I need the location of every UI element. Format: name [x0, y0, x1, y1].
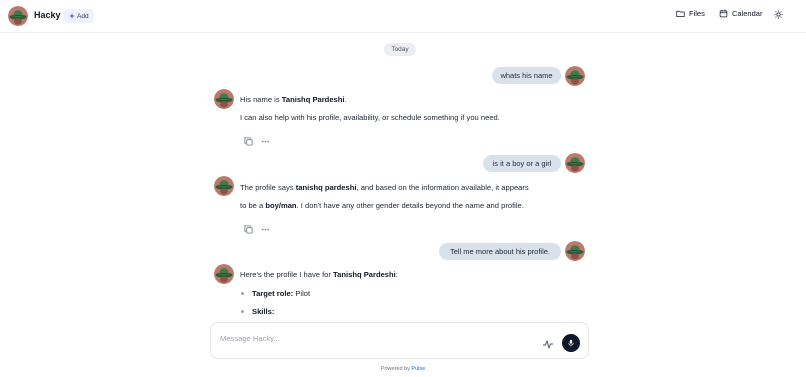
more-icon[interactable]: [260, 224, 270, 234]
copy-icon[interactable]: [243, 224, 253, 234]
files-button[interactable]: Files: [676, 9, 705, 18]
user-message: is it a boy or a girl: [483, 155, 561, 172]
assistant-message-line: The profile says tanishq pardeshi, and b…: [240, 183, 529, 192]
powered-by-footer: Powered by Pulse: [380, 366, 426, 372]
assistant-message-line: to be a boy/man. I don't have any other …: [240, 201, 524, 210]
profile-bullet: Target role: Pilot: [252, 289, 311, 298]
app-header: Hacky Add Files Calendar: [0, 0, 806, 32]
theme-toggle-button[interactable]: [774, 10, 783, 19]
calendar-icon: [719, 9, 728, 18]
user-avatar: [565, 241, 585, 261]
pulse-link[interactable]: Pulse: [411, 366, 425, 372]
pulse-icon[interactable]: [542, 337, 554, 349]
add-label: Add: [77, 12, 89, 20]
assistant-message-line: His name is Tanishq Pardeshi.: [240, 95, 347, 104]
assistant-message-line: Here's the profile I have for Tanishq Pa…: [240, 270, 398, 279]
sparkle-icon: [69, 13, 75, 19]
files-label: Files: [689, 9, 705, 18]
add-button[interactable]: Add: [64, 9, 94, 23]
sun-icon: [774, 10, 783, 19]
assistant-avatar: [214, 176, 234, 196]
header-divider: [0, 32, 806, 33]
calendar-label: Calendar: [732, 9, 763, 18]
assistant-avatar: [214, 89, 234, 109]
profile-bullet: Skills:: [252, 307, 275, 316]
voice-input-button[interactable]: [562, 334, 580, 352]
app-title: Hacky: [34, 10, 61, 20]
copy-icon[interactable]: [243, 136, 253, 146]
calendar-button[interactable]: Calendar: [719, 9, 762, 18]
user-message: whats his name: [492, 67, 561, 84]
bullet-dot: [241, 310, 244, 313]
message-input[interactable]: [220, 332, 520, 344]
message-composer: [210, 322, 589, 359]
date-separator: Today: [384, 43, 416, 56]
hat-avatar-icon: [8, 6, 28, 26]
assistant-message-line: I can also help with his profile, availa…: [240, 113, 500, 122]
microphone-icon: [568, 339, 574, 347]
user-avatar: [565, 153, 585, 173]
more-icon[interactable]: [260, 136, 270, 146]
assistant-avatar: [214, 264, 234, 284]
user-message: Tell me more about his profile.: [439, 243, 561, 260]
bullet-dot: [241, 292, 244, 295]
folder-icon: [676, 10, 685, 17]
user-avatar: [565, 66, 585, 86]
